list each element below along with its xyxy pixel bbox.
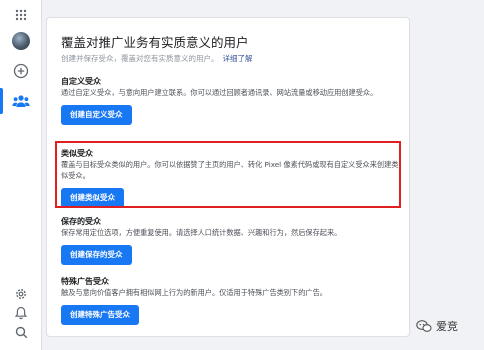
create-special-ad-audience-button[interactable]: 创建特殊广告受众 [61,305,139,325]
section-title: 自定义受众 [61,77,101,86]
audience-icon[interactable] [10,90,32,112]
watermark-text: 爱竞 [436,320,458,333]
section-title: 保存的受众 [61,217,101,226]
grid-icon[interactable] [10,4,32,26]
section-special-ad-audience: 特殊广告受众 触及与意向价值客户拥有相似网上行为的新用户。仅适用于特殊广告类别下… [61,276,405,325]
section-description: 保存常用定位选项，方便重复使用。请选择人口统计数据、兴趣和行为，然后保存起来。 [61,228,342,237]
create-saved-audience-button[interactable]: 创建保存的受众 [61,245,132,265]
highlight-box [55,141,401,208]
section-custom-audience: 自定义受众 通过自定义受众，与意向用户建立联系。你可以通过回顾者通讯录、网站流量… [61,76,405,125]
sidebar [0,0,42,350]
section-saved-audience: 保存的受众 保存常用定位选项，方便重复使用。请选择人口统计数据、兴趣和行为，然后… [61,216,405,265]
create-custom-audience-button[interactable]: 创建自定义受众 [61,105,132,125]
avatar[interactable] [10,30,32,52]
section-description: 通过自定义受众，与意向用户建立联系。你可以通过回顾者通讯录、网站流量或移动应用创… [61,88,378,97]
learn-more-link[interactable]: 详细了解 [223,54,253,63]
page-subtitle-text: 创建并保存受众，覆盖对您有实质意义的用户。 [61,54,219,63]
chat-bubble-icon [416,320,432,332]
plus-circle-icon[interactable] [10,60,32,82]
watermark: 爱竞 [416,318,458,334]
section-description: 触及与意向价值客户拥有相似网上行为的新用户。仅适用于特殊广告类别下的广告。 [61,288,327,297]
page-subtitle: 创建并保存受众，覆盖对您有实质意义的用户。 详细了解 [61,53,253,64]
section-title: 特殊广告受众 [61,277,109,286]
page-title: 覆盖对推广业务有实质意义的用户 [61,35,249,50]
search-icon[interactable] [10,321,32,343]
